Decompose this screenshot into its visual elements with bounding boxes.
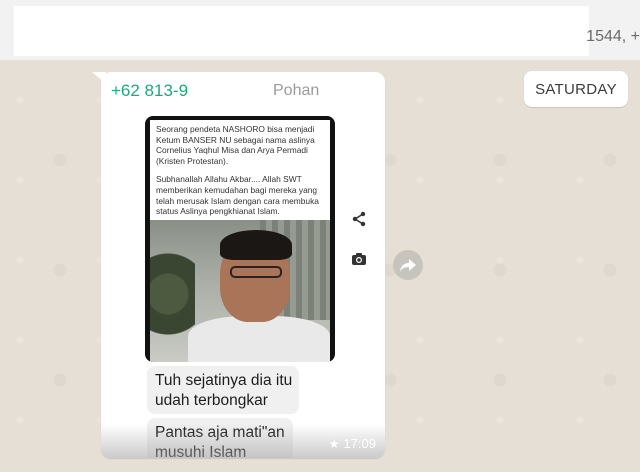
star-icon: ★ — [328, 436, 340, 451]
photo-glasses — [230, 266, 282, 278]
sender-name[interactable]: Pohan — [273, 82, 319, 100]
message-text-2-line-1: Pantas aja mati"an — [155, 424, 285, 441]
image-caption-text: Seorang pendeta NASHORO bisa menjadi Ket… — [150, 120, 330, 220]
forward-icon — [400, 259, 416, 272]
date-chip: SATURDAY — [524, 71, 628, 107]
image-paragraph-1: Seorang pendeta NASHORO bisa menjadi Ket… — [156, 124, 315, 166]
previous-message-area: 1544, + — [0, 0, 640, 60]
sender-number[interactable]: +62 813-9 — [111, 81, 188, 101]
previous-message-text: 1544, + — [586, 28, 640, 45]
share-button[interactable] — [345, 205, 373, 233]
photo-shirt — [188, 316, 330, 362]
message-meta: ★ 17:09 — [329, 436, 376, 451]
share-icon — [352, 211, 366, 227]
previous-message-bubble — [14, 6, 589, 56]
message-text-1[interactable]: Tuh sejatinya dia itu udah terbongkar — [147, 366, 299, 414]
message-text-1-line-2: udah terbongkar — [155, 392, 268, 409]
image-paragraph-2: Subhanallah Allahu Akbar.... Allah SWT m… — [156, 174, 319, 217]
message-bubble[interactable]: +62 813-9 Pohan Seorang pendeta NASHORO … — [101, 72, 385, 458]
photo-hair — [220, 230, 292, 260]
camera-button[interactable] — [345, 245, 373, 273]
date-label: SATURDAY — [535, 80, 617, 98]
message-text-2[interactable]: Pantas aja mati"an musuhi Islam — [147, 418, 293, 458]
redacted-number — [211, 80, 273, 100]
camera-icon — [352, 253, 366, 265]
message-text-2-line-2: musuhi Islam — [155, 444, 247, 458]
message-time: 17:09 — [343, 436, 376, 451]
forward-button[interactable] — [393, 250, 423, 280]
message-image[interactable]: Seorang pendeta NASHORO bisa menjadi Ket… — [145, 116, 335, 362]
message-text-1-line-1: Tuh sejatinya dia itu — [155, 372, 293, 389]
image-photo — [150, 220, 330, 362]
